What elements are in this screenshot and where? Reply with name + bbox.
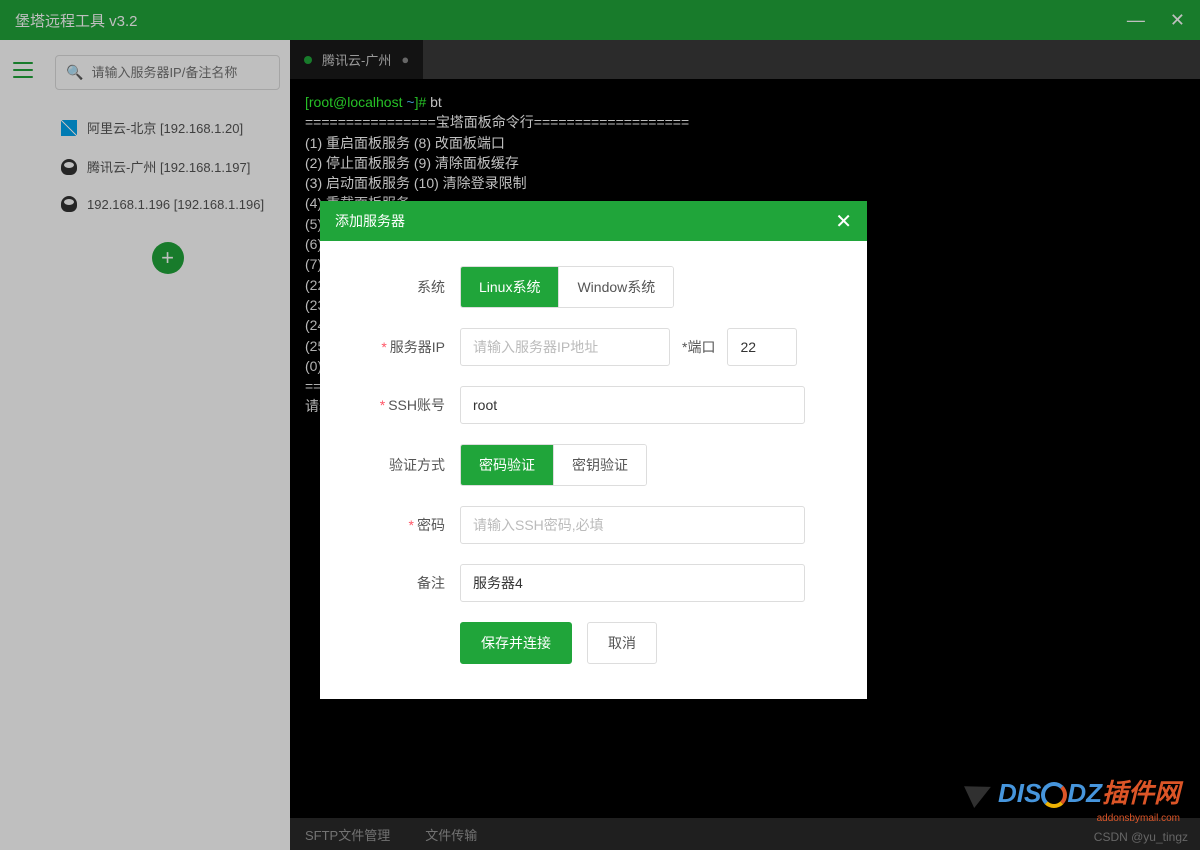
- password-auth-button[interactable]: 密码验证: [461, 445, 554, 485]
- tabs: 腾讯云-广州 ●: [290, 40, 1200, 80]
- auth-method-label: 验证方式: [360, 455, 460, 475]
- close-button[interactable]: ✕: [1170, 10, 1185, 31]
- tab-close-icon[interactable]: ●: [401, 52, 409, 67]
- remark-label: 备注: [360, 573, 460, 593]
- watermark: CSDN @yu_tingz: [1094, 830, 1188, 844]
- password-input[interactable]: [460, 506, 805, 544]
- search-box[interactable]: 🔍: [55, 55, 280, 90]
- password-label: *密码: [360, 515, 460, 535]
- add-server-modal: 添加服务器 ✕ 系统 Linux系统 Window系统 *服务器IP *端口 *…: [320, 201, 867, 699]
- modal-close-icon[interactable]: ✕: [835, 209, 852, 234]
- search-input[interactable]: [91, 65, 269, 80]
- server-item[interactable]: 阿里云-北京 [192.168.1.20]: [55, 108, 280, 147]
- brand-watermark: DISDZ插件网 addonsbymail.com: [968, 773, 1180, 810]
- terminal-line: ================宝塔面板命令行=================…: [305, 112, 1185, 132]
- system-label: 系统: [360, 277, 460, 297]
- linux-system-button[interactable]: Linux系统: [461, 267, 559, 307]
- linux-icon: [61, 196, 77, 212]
- cursor-icon: [964, 776, 996, 808]
- prompt-cmd: bt: [430, 94, 442, 110]
- save-connect-button[interactable]: 保存并连接: [460, 622, 572, 664]
- transfer-button[interactable]: 文件传输: [425, 825, 477, 844]
- prompt-user: [root@localhost: [305, 94, 406, 110]
- tab[interactable]: 腾讯云-广州 ●: [290, 40, 423, 79]
- server-ip-label: *服务器IP: [360, 337, 460, 357]
- prompt-end: ]#: [415, 94, 431, 110]
- server-ip-input[interactable]: [460, 328, 670, 366]
- linux-icon: [61, 159, 77, 175]
- minimize-button[interactable]: —: [1127, 10, 1145, 31]
- sidebar: 🔍 阿里云-北京 [192.168.1.20] 腾讯云-广州 [192.168.…: [45, 40, 290, 850]
- terminal-line: (1) 重启面板服务 (8) 改面板端口: [305, 133, 1185, 153]
- sftp-button[interactable]: SFTP文件管理: [305, 825, 390, 844]
- tab-label: 腾讯云-广州: [322, 50, 391, 69]
- search-icon: 🔍: [66, 64, 83, 81]
- server-label: 腾讯云-广州 [192.168.1.197]: [87, 157, 250, 176]
- bottombar: SFTP文件管理 文件传输: [290, 818, 1200, 850]
- server-label: 阿里云-北京 [192.168.1.20]: [87, 118, 243, 137]
- ssh-account-label: *SSH账号: [360, 395, 460, 415]
- server-item[interactable]: 腾讯云-广州 [192.168.1.197]: [55, 147, 280, 186]
- remark-input[interactable]: [460, 564, 805, 602]
- prompt-path: ~: [406, 94, 414, 110]
- windows-icon: [61, 120, 77, 136]
- port-label: *端口: [682, 337, 715, 357]
- server-label: 192.168.1.196 [192.168.1.196]: [87, 197, 264, 212]
- key-auth-button[interactable]: 密钥验证: [554, 445, 646, 485]
- terminal-line: (2) 停止面板服务 (9) 清除面板缓存: [305, 153, 1185, 173]
- window-system-button[interactable]: Window系统: [559, 267, 673, 307]
- ring-icon: [1041, 782, 1067, 808]
- status-dot-icon: [304, 56, 312, 64]
- modal-title: 添加服务器: [335, 211, 405, 231]
- menu-icon[interactable]: [13, 62, 33, 78]
- server-item[interactable]: 192.168.1.196 [192.168.1.196]: [55, 186, 280, 222]
- ssh-account-input[interactable]: [460, 386, 805, 424]
- add-server-button[interactable]: +: [152, 242, 184, 274]
- port-input[interactable]: [727, 328, 797, 366]
- cancel-button[interactable]: 取消: [587, 622, 657, 664]
- terminal-line: (3) 启动面板服务 (10) 清除登录限制: [305, 173, 1185, 193]
- app-title: 堡塔远程工具 v3.2: [15, 10, 138, 31]
